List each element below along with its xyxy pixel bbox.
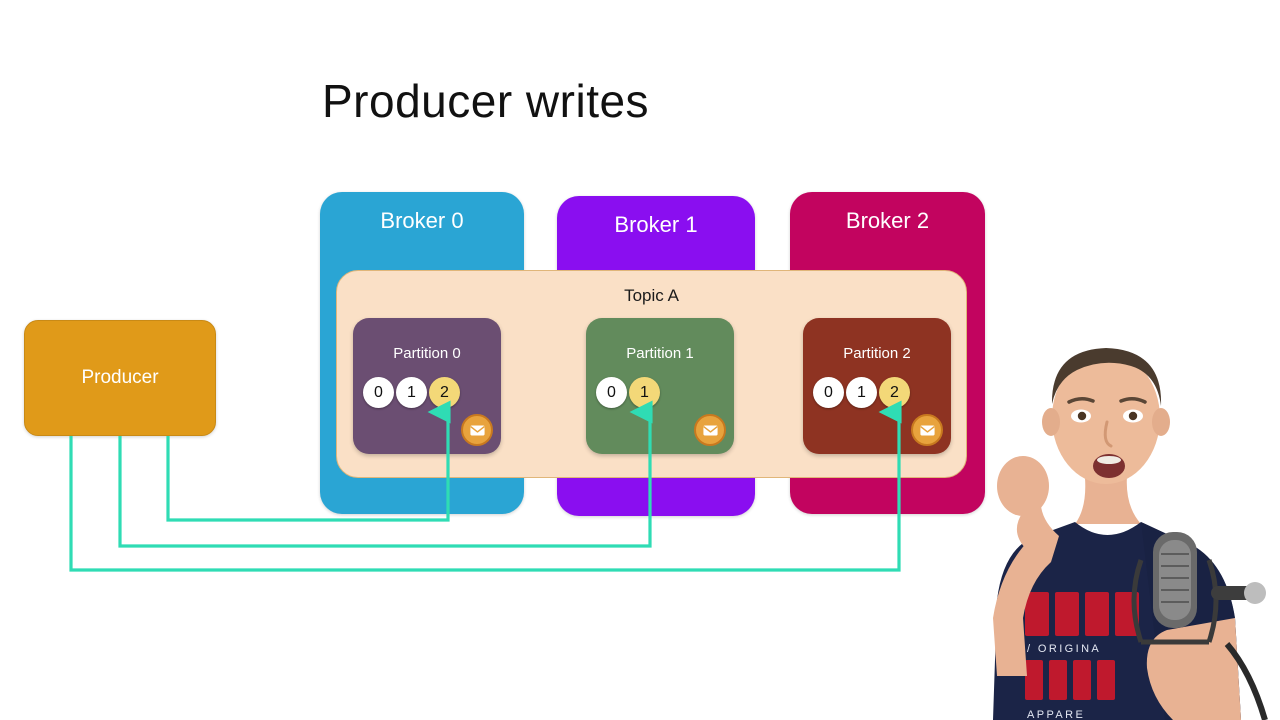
- offset-circle: 0: [596, 377, 627, 408]
- partition-box-1: Partition 1 0 1: [586, 318, 734, 454]
- producer-box: Producer: [24, 320, 216, 436]
- offset-circle-latest: 2: [429, 377, 460, 408]
- offset-circle-latest: 1: [629, 377, 660, 408]
- page-title: Producer writes: [322, 75, 650, 127]
- partition-label-0: Partition 0: [393, 345, 461, 362]
- partition-label-2: Partition 2: [843, 345, 911, 362]
- offset-circle-latest: 2: [879, 377, 910, 408]
- topic-label: Topic A: [624, 286, 679, 305]
- envelope-icon: [461, 414, 493, 446]
- svg-text:APPARE: APPARE: [1027, 709, 1085, 720]
- slide-canvas: Producer writes Broker 0 Broker 1 Broker…: [0, 0, 1280, 720]
- offset-list-0: 0 1 2: [363, 377, 460, 408]
- offset-circle: 1: [846, 377, 877, 408]
- offset-circle: 0: [813, 377, 844, 408]
- offset-circle: 1: [396, 377, 427, 408]
- broker-label-0: Broker 0: [380, 208, 464, 233]
- producer-label: Producer: [81, 367, 159, 388]
- broker-label-2: Broker 2: [845, 208, 930, 233]
- offset-circle: 0: [363, 377, 394, 408]
- broker-label-1: Broker 1: [614, 212, 698, 237]
- presenter-video-overlay: / ORIGINA APPARE: [935, 300, 1280, 720]
- partition-label-1: Partition 1: [626, 345, 694, 362]
- svg-text:/ ORIGINA: / ORIGINA: [1027, 643, 1101, 655]
- partition-box-2: Partition 2 0 1 2: [803, 318, 951, 454]
- partition-box-0: Partition 0 0 1 2: [353, 318, 501, 454]
- offset-list-2: 0 1 2: [813, 377, 910, 408]
- offset-list-1: 0 1: [596, 377, 660, 408]
- envelope-icon: [694, 414, 726, 446]
